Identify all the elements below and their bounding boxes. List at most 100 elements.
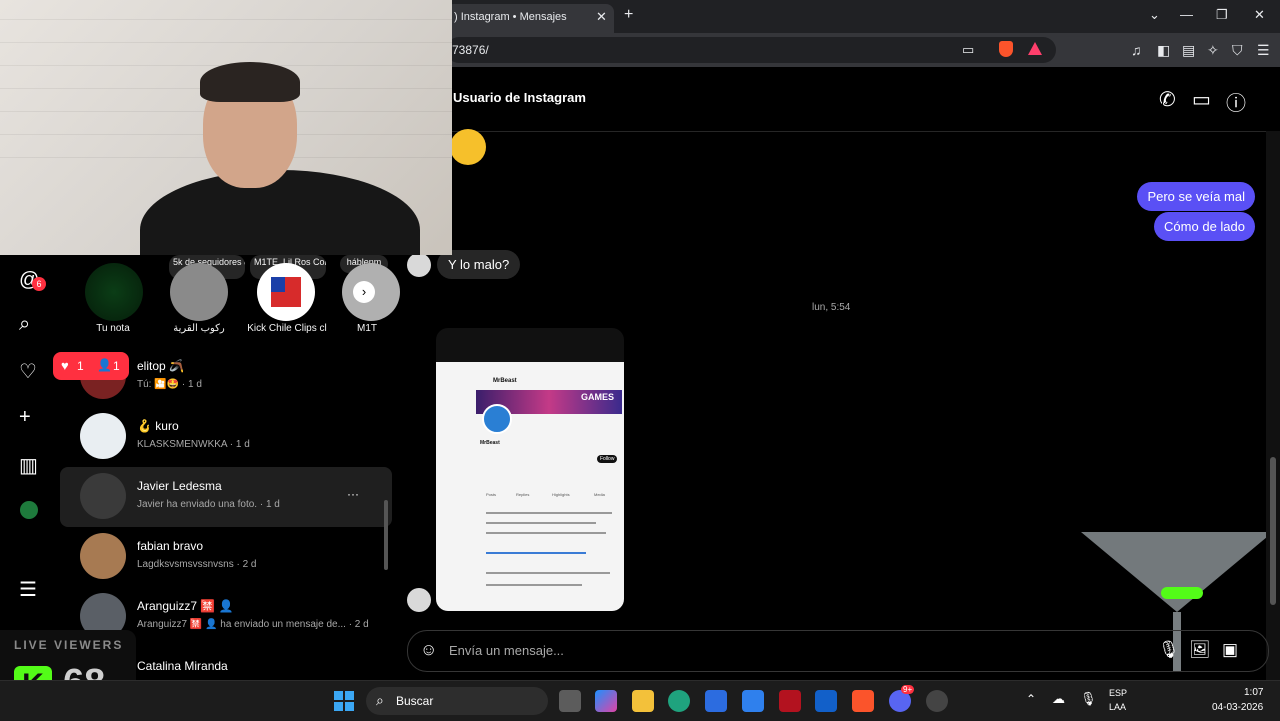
url-field[interactable]: 73876/ ▭ (446, 37, 1056, 63)
story-avatar[interactable] (257, 263, 315, 321)
edge-icon[interactable] (668, 690, 690, 712)
phone-call-icon[interactable]: ✆ (1159, 87, 1176, 112)
start-tile (345, 702, 354, 711)
menu-icon[interactable]: ☰ (1257, 42, 1270, 59)
mcafee-icon[interactable] (779, 690, 801, 712)
photo-screen: GAMES MrBeast MrBeast Follow Posts Repli… (436, 362, 624, 611)
info-icon[interactable]: ⓘ (1226, 87, 1246, 116)
wallet-icon[interactable]: ▤ (1182, 42, 1195, 59)
stories-next-chevron-icon[interactable]: › (353, 281, 375, 303)
music-icon[interactable]: ♫ (1131, 42, 1142, 58)
photo-profile-avatar (482, 404, 512, 434)
photo-text-line (486, 522, 596, 524)
threads-badge: 6 (32, 277, 46, 291)
more-menu-icon[interactable]: ☰ (19, 577, 37, 602)
onedrive-icon[interactable]: ☁ (1052, 691, 1065, 707)
photo-text-line (486, 572, 610, 574)
activity-notification-badge[interactable]: ♥ 1 👤 1 (53, 352, 129, 380)
story-avatar-own[interactable] (85, 263, 143, 321)
taskbar-search-box[interactable]: ⌕ Buscar (366, 687, 548, 715)
chat-contact-name[interactable]: Usuario de Instagram (453, 90, 586, 105)
story-avatar[interactable] (170, 263, 228, 321)
chat-scrollbar-thumb[interactable] (1270, 457, 1276, 605)
message-composer[interactable]: ☺ Envía un mensaje... 🎙 🖼 ▣ (407, 630, 1269, 672)
notifications-heart-icon[interactable]: ♡ (19, 359, 37, 384)
clock-time[interactable]: 1:07 (1244, 687, 1263, 698)
profile-avatar[interactable] (20, 501, 38, 519)
window-close-icon[interactable]: ✕ (1254, 7, 1265, 23)
outlook-icon[interactable] (815, 690, 837, 712)
message-bubble-sent[interactable]: Pero se veía mal (1137, 182, 1255, 211)
webcam-overlay (0, 0, 452, 255)
message-bubble-sent[interactable]: Cómo de lado (1154, 212, 1255, 241)
person-icon: 👤 (97, 358, 112, 372)
create-plus-icon[interactable]: + (19, 406, 31, 429)
photo-tab: Highlights (552, 492, 570, 497)
video-call-icon[interactable]: ▭ (1192, 87, 1211, 112)
brave-icon[interactable] (852, 690, 874, 712)
photo-text-line (486, 532, 606, 534)
tab-title: ) Instagram • Mensajes (454, 11, 567, 23)
new-tab-icon[interactable]: + (624, 6, 633, 24)
sticker-icon[interactable]: ▣ (1222, 640, 1238, 660)
obs-icon[interactable] (926, 690, 948, 712)
task-view-icon[interactable] (559, 690, 581, 712)
dashboard-icon[interactable]: ▥ (19, 453, 38, 478)
tab-close-icon[interactable]: ✕ (596, 9, 607, 25)
image-upload-icon[interactable]: 🖼 (1189, 640, 1211, 660)
clock-date[interactable]: 04-03-2026 (1212, 702, 1263, 713)
conversation-preview: Aranguizz7 🈲 👤 ha enviado un mensaje de.… (137, 619, 369, 630)
chile-flag-icon (271, 277, 301, 307)
cast-icon[interactable]: ▭ (962, 42, 974, 58)
minimize-icon[interactable]: — (1180, 7, 1193, 22)
store-icon[interactable] (705, 690, 727, 712)
file-explorer-icon[interactable] (632, 690, 654, 712)
photo-message[interactable]: GAMES MrBeast MrBeast Follow Posts Repli… (436, 328, 624, 611)
likes-count: 1 (77, 359, 84, 373)
conversation-item[interactable]: 🪝 kuro KLASKSMENWKKA · 1 d (60, 407, 392, 467)
conversation-preview: Javier ha enviado una foto. · 1 d (137, 499, 280, 510)
search-icon: ⌕ (376, 692, 384, 708)
kick-logo-charm (1161, 587, 1203, 599)
maximize-icon[interactable]: ❐ (1216, 7, 1228, 23)
more-options-icon[interactable]: ··· (347, 487, 359, 501)
inbox-scrollbar-thumb[interactable] (384, 500, 388, 570)
brave-shields-icon[interactable] (999, 41, 1013, 57)
microphone-tray-icon[interactable]: 🎙 (1080, 691, 1097, 707)
tray-chevron-icon[interactable]: ⌃ (1026, 692, 1036, 706)
conversation-item[interactable]: fabian bravo Lagdksvsmsvssnvsns · 2 d (60, 527, 392, 587)
start-tile (334, 702, 343, 711)
windows-start-icon[interactable] (334, 691, 354, 711)
emoji-sticker (450, 129, 486, 165)
follows-count: 1 (113, 359, 120, 373)
leo-ai-icon[interactable]: ✧ (1207, 42, 1219, 59)
glass-bowl (1081, 532, 1273, 612)
message-input[interactable]: Envía un mensaje... (449, 643, 564, 658)
copilot-icon[interactable] (595, 690, 617, 712)
tab-list-chevron-icon[interactable]: ⌄ (1149, 7, 1160, 23)
url-text: 73876/ (452, 43, 489, 57)
sidebar-toggle-icon[interactable]: ◧ (1157, 42, 1170, 59)
conversation-avatar (80, 533, 126, 579)
brave-rewards-icon[interactable] (1028, 42, 1042, 55)
story-label: Tu nota (96, 323, 130, 334)
start-tile (334, 691, 343, 700)
chat-scrollbar[interactable] (1266, 131, 1280, 680)
conversation-item-active[interactable]: Javier Ledesma Javier ha enviado una fot… (60, 467, 392, 527)
photo-banner-text: GAMES (580, 392, 614, 402)
browser-tab-instagram[interactable]: ) Instagram • Mensajes ✕ (446, 4, 614, 33)
search-icon[interactable]: ⌕ (19, 313, 30, 336)
app-icon[interactable] (742, 690, 764, 712)
discord-badge: 9+ (901, 685, 915, 694)
viewers-label: LIVE VIEWERS (14, 638, 124, 652)
vpn-shield-icon[interactable]: ⛉ (1232, 42, 1243, 59)
microphone-icon[interactable]: 🎙 (1158, 640, 1180, 660)
story-label: M1T (357, 323, 377, 334)
photo-tab: Media (594, 492, 605, 497)
conversation-name: Aranguizz7 🈲 👤 (137, 599, 234, 613)
story-label: ركوب القرية (173, 323, 225, 334)
photo-profile-name: MrBeast (493, 378, 517, 384)
language-indicator[interactable]: ESP (1109, 688, 1127, 698)
emoji-picker-icon[interactable]: ☺ (420, 640, 437, 660)
contact-avatar (407, 253, 431, 277)
